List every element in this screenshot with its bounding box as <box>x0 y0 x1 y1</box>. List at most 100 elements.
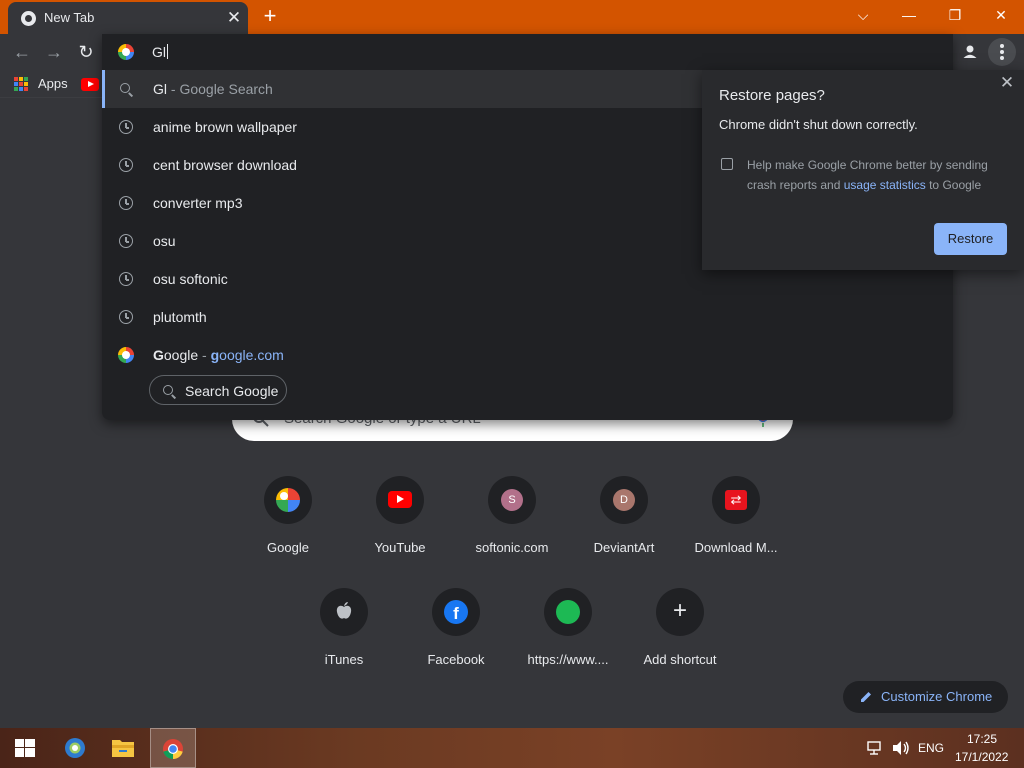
customize-chrome-label: Customize Chrome <box>881 689 993 704</box>
pencil-icon <box>861 692 871 702</box>
customize-chrome-button[interactable]: Customize Chrome <box>843 681 1008 713</box>
apple-icon <box>336 602 352 619</box>
shortcut-icon-bg: + <box>656 588 704 636</box>
history-clock-icon <box>119 158 133 172</box>
profile-button[interactable] <box>956 38 984 66</box>
shortcut-label: https://www.... <box>527 652 609 667</box>
taskbar-file-explorer[interactable] <box>100 728 146 768</box>
shortcut-label: YouTube <box>374 540 426 555</box>
google-logo-icon <box>276 488 300 512</box>
shortcut-icon-bg: ⇄ <box>712 476 760 524</box>
shortcut-label: iTunes <box>324 652 364 667</box>
letter-d-icon: D <box>613 489 635 511</box>
suggestion-text: anime brown wallpaper <box>153 119 297 135</box>
shortcut-label: DeviantArt <box>593 540 655 555</box>
shortcut-icon-bg <box>320 588 368 636</box>
letter-s-icon: S <box>501 489 523 511</box>
shortcut-label: Facebook <box>427 652 485 667</box>
shortcut-softonic[interactable]: S softonic.com <box>456 476 568 576</box>
shortcut-deviantart[interactable]: D DeviantArt <box>568 476 680 576</box>
shortcut-https-site[interactable]: https://www.... <box>512 588 624 688</box>
clock-date[interactable]: 17/1/2022 <box>955 750 1008 764</box>
restore-pages-dialog: Restore pages? ✕ Chrome didn't shut down… <box>702 70 1024 270</box>
tab-close-button[interactable]: ✕ <box>224 8 244 28</box>
bookmark-apps[interactable]: Apps <box>38 76 68 91</box>
back-button[interactable]: ← <box>8 38 36 66</box>
taskbar-browser[interactable] <box>52 728 98 768</box>
volume-icon[interactable] <box>891 740 911 756</box>
chrome-menu-button[interactable] <box>988 38 1016 66</box>
usage-statistics-link[interactable]: usage statistics <box>844 178 926 192</box>
chrome-icon <box>21 11 36 26</box>
crash-report-text: Help make Google Chrome better by sendin… <box>747 158 988 192</box>
suggestion-history[interactable]: plutomth <box>102 298 953 336</box>
google-logo-icon <box>118 44 134 60</box>
folder-icon <box>112 740 134 757</box>
youtube-icon <box>388 491 412 508</box>
shortcut-itunes[interactable]: iTunes <box>288 588 400 688</box>
shortcut-icon-bg: S <box>488 476 536 524</box>
google-logo-icon <box>118 347 134 363</box>
shortcut-youtube[interactable]: YouTube <box>344 476 456 576</box>
restore-button[interactable]: Restore <box>934 223 1007 255</box>
crash-report-checkbox[interactable] <box>721 158 733 170</box>
title-bar: New Tab ✕ + ⌵ — ❐ ✕ <box>0 0 1024 34</box>
suggestion-text: osu softonic <box>153 271 228 287</box>
add-shortcut[interactable]: + Add shortcut <box>624 588 736 688</box>
taskbar-chrome[interactable] <box>150 728 196 768</box>
shortcut-label: softonic.com <box>475 540 549 555</box>
tab-new-tab[interactable]: New Tab ✕ <box>8 2 248 34</box>
omnibox-input[interactable]: Gl <box>152 44 168 60</box>
new-tab-button[interactable]: + <box>258 4 282 28</box>
shortcut-icon-bg: f <box>432 588 480 636</box>
suggestion-text: Gl - Google Search <box>153 81 273 97</box>
close-icon[interactable]: ✕ <box>997 73 1017 93</box>
shortcut-download-manager[interactable]: ⇄ Download M... <box>680 476 792 576</box>
language-indicator[interactable]: ENG <box>918 741 944 755</box>
shortcut-icon-bg <box>264 476 312 524</box>
clock-time[interactable]: 17:25 <box>967 732 997 746</box>
taskbar: ENG 17:25 17/1/2022 <box>0 728 1024 768</box>
windows-logo-icon <box>15 739 35 757</box>
search-icon <box>120 83 130 93</box>
suggestion-site-google[interactable]: Google - google.com <box>102 336 953 374</box>
search-google-button[interactable]: Search Google <box>149 375 287 405</box>
plus-icon: + <box>672 597 687 624</box>
youtube-bookmark-icon[interactable] <box>81 78 99 91</box>
download-manager-icon: ⇄ <box>725 490 747 510</box>
tab-search-button[interactable]: ⌵ <box>840 0 886 30</box>
shortcut-google[interactable]: Google <box>232 476 344 576</box>
suggestion-text: Google - google.com <box>153 347 284 363</box>
shortcut-facebook[interactable]: f Facebook <box>400 588 512 688</box>
forward-button[interactable]: → <box>40 38 68 66</box>
minimize-button[interactable]: — <box>886 0 932 30</box>
green-circle-icon <box>556 600 580 624</box>
close-window-button[interactable]: ✕ <box>978 0 1024 30</box>
shortcut-icon-bg: D <box>600 476 648 524</box>
search-icon <box>163 385 173 395</box>
start-button[interactable] <box>2 728 48 768</box>
shortcut-label: Add shortcut <box>643 652 717 667</box>
shortcut-label: Download M... <box>694 540 778 555</box>
reload-button[interactable]: ↻ <box>72 38 100 66</box>
person-icon <box>963 45 977 58</box>
restore-window-button[interactable]: ❐ <box>932 0 978 30</box>
apps-grid-icon[interactable] <box>14 77 28 91</box>
omnibox[interactable]: Gl <box>102 34 953 70</box>
tab-title: New Tab <box>44 10 95 25</box>
suggestion-text: plutomth <box>153 309 207 325</box>
history-clock-icon <box>119 272 133 286</box>
facebook-icon: f <box>444 600 468 624</box>
chrome-icon <box>163 739 183 760</box>
restore-dialog-title: Restore pages? <box>719 87 825 104</box>
suggestion-text: converter mp3 <box>153 195 243 211</box>
shortcut-icon-bg <box>376 476 424 524</box>
history-clock-icon <box>119 196 133 210</box>
history-clock-icon <box>119 234 133 248</box>
network-icon[interactable] <box>866 740 886 756</box>
suggestion-text: osu <box>153 233 176 249</box>
history-clock-icon <box>119 310 133 324</box>
search-google-label: Search Google <box>185 383 279 399</box>
shortcut-icon-bg <box>544 588 592 636</box>
suggestion-text: cent browser download <box>153 157 297 173</box>
